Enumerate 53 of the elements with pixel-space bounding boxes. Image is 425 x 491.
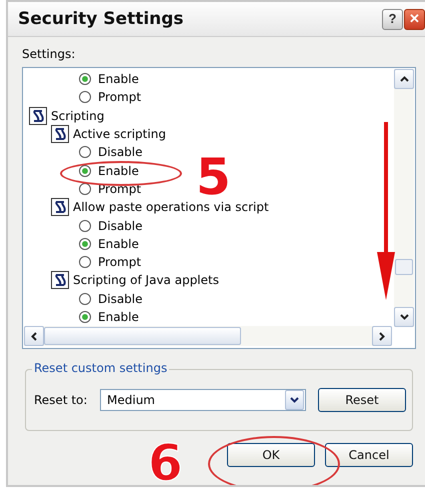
radio-button[interactable] <box>79 73 91 86</box>
chevron-down-icon <box>290 397 299 403</box>
group-title: Reset custom settings <box>32 361 170 375</box>
setting-label: Allow paste operations via script <box>73 200 269 214</box>
radio-button[interactable] <box>79 91 91 104</box>
scroll-down-button[interactable] <box>394 307 414 327</box>
setting-label: Scripting <box>51 108 104 123</box>
radio-button[interactable] <box>79 146 91 158</box>
scroll-thumb[interactable] <box>44 327 241 345</box>
ok-button[interactable]: OK <box>227 443 315 467</box>
close-button[interactable]: ✕ <box>404 8 425 30</box>
radio-button[interactable] <box>79 164 91 177</box>
scroll-left-button[interactable] <box>24 326 44 346</box>
step-number: 6 <box>148 438 183 485</box>
scroll-right-button[interactable] <box>372 326 392 346</box>
reset-button[interactable]: Reset <box>318 388 406 412</box>
step-number: 5 <box>196 152 231 202</box>
setting-label: Scripting of Java applets <box>73 273 219 288</box>
script-icon <box>51 198 69 216</box>
radio-button[interactable] <box>79 311 91 323</box>
radio-option[interactable]: Enable <box>79 234 139 253</box>
radio-option[interactable]: Prompt <box>79 88 142 107</box>
window-title: Security Settings <box>18 9 184 29</box>
settings-label: Settings: <box>22 47 76 61</box>
help-button[interactable]: ? <box>382 8 403 30</box>
radio-button[interactable] <box>79 256 91 268</box>
radio-option[interactable]: Enable <box>79 308 139 326</box>
radio-option[interactable]: Prompt <box>79 252 142 272</box>
horizontal-scrollbar[interactable] <box>24 326 392 346</box>
chevron-right-icon <box>379 332 385 340</box>
radio-option[interactable]: Disable <box>79 216 143 235</box>
reset-label: Reset to: <box>34 393 88 407</box>
script-icon <box>51 271 69 290</box>
scroll-up-button[interactable] <box>394 69 414 89</box>
radio-option[interactable]: Enable <box>79 161 139 180</box>
radio-option[interactable]: Disable <box>79 290 143 308</box>
radio-option[interactable]: Disable <box>79 143 143 162</box>
cancel-button[interactable]: Cancel <box>325 443 413 467</box>
chevron-up-icon <box>400 76 408 82</box>
chevron-left-icon <box>31 332 37 340</box>
radio-button[interactable] <box>79 220 91 232</box>
setting-label: Active scripting <box>73 127 166 142</box>
radio-button[interactable] <box>79 182 91 195</box>
level-dropdown[interactable]: Medium <box>100 389 306 411</box>
vertical-scrollbar[interactable] <box>394 69 414 327</box>
radio-option[interactable]: Enable <box>79 70 139 88</box>
radio-option[interactable]: Prompt <box>79 180 142 198</box>
scroll-thumb[interactable] <box>395 259 413 275</box>
script-icon <box>29 106 47 125</box>
radio-button[interactable] <box>79 292 91 305</box>
chevron-down-icon <box>400 314 408 320</box>
script-icon <box>51 125 69 144</box>
radio-button[interactable] <box>79 238 91 250</box>
